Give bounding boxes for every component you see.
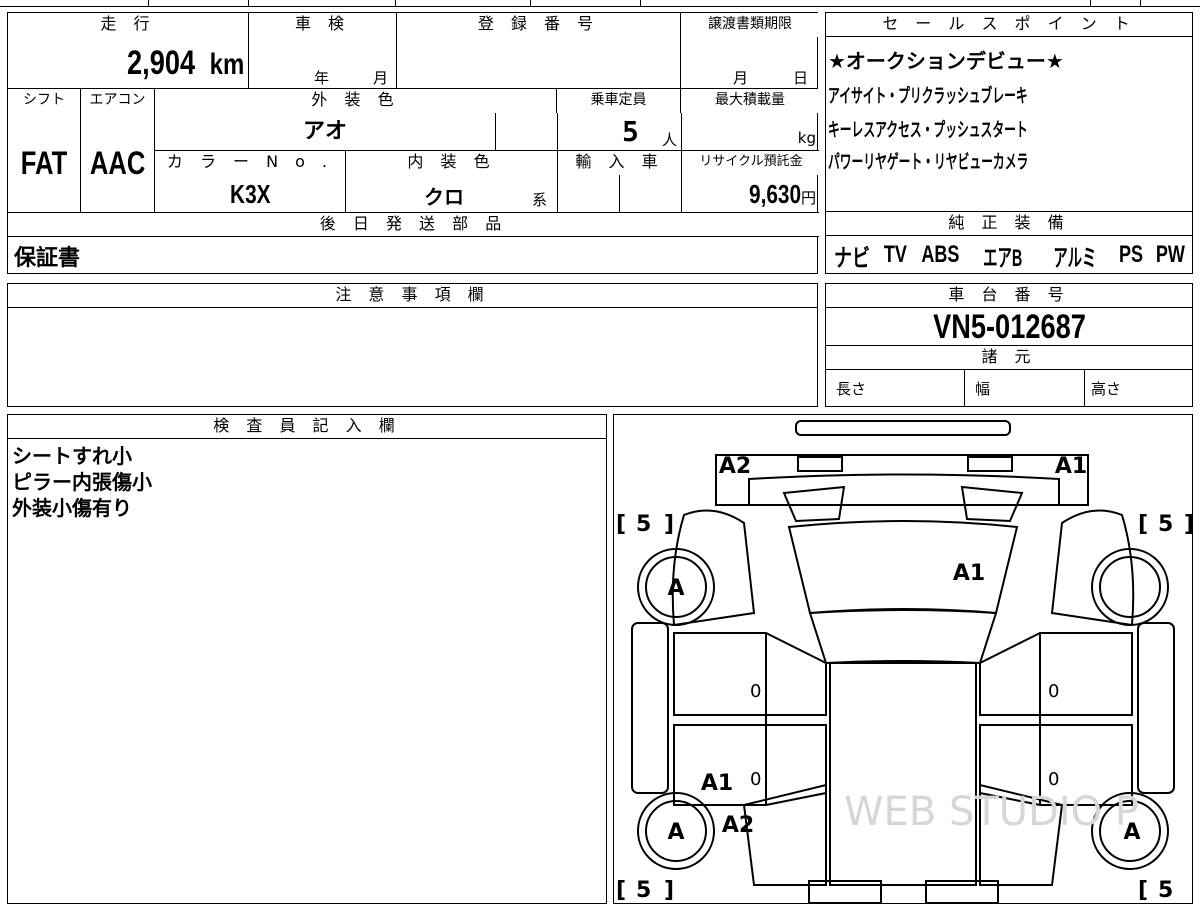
mark-door-fr: 0 [1048,681,1059,702]
equipment-item-alloy: アルミ [1053,244,1097,272]
color-no-value: K3X [229,179,271,209]
mileage-value: 2,904 [127,44,196,82]
aircon-value: AAC [89,145,146,181]
mark-door-rr: 0 [1048,769,1059,790]
equipment-header: 純 正 装 備 [826,212,1192,236]
shift-value: FAT [20,145,68,181]
recycle-header: リサイクル預託金 [681,151,820,175]
exterior-header: 外 装 色 [154,89,556,113]
mark-door-rl: 0 [750,769,761,790]
chassis-number: VN5-012687 [932,308,1086,346]
max-load-header: 最大積載量 [680,89,819,113]
watermark: WEB STUDIO P [844,789,1139,835]
interior-suffix: 系 [532,191,548,209]
spec-length: 長さ [836,380,867,398]
mark-front-right: A1 [1055,454,1087,479]
sales-points-box: セ ー ル ス ポ イ ン ト ★オークションデビュー★ アイサイト・プリクラッ… [825,12,1193,212]
svg-text:[: [ [616,878,626,903]
sales-point-line: キーレスアクセス・プッシュスタート [828,120,1028,141]
chassis-box: 車 台 番 号 VN5-012687 諸 元 長さ 幅 高さ [825,283,1193,407]
capacity-value: 5 [622,115,639,148]
inspector-box: 検 査 員 記 入 欄 シートすれ小 ピラー内張傷小 外装小傷有り [7,414,607,904]
mark-hood: A1 [953,561,985,586]
interior-value: クロ [424,185,464,209]
exterior-value: アオ [302,119,347,144]
svg-text:]: ] [664,878,674,903]
capacity-unit: 人 [662,131,678,149]
import-header: 輸 入 車 [557,151,681,175]
mileage-header: 走 行 [8,13,248,37]
equipment-item-pw: PW [1156,241,1186,268]
inspection-year: 年 [314,69,330,87]
deadline-month: 月 [733,69,749,87]
notes-box: 注 意 事 項 欄 [7,283,818,407]
mileage-unit: km [209,48,244,81]
capacity-header: 乗車定員 [556,89,680,113]
sales-points-header: セ ー ル ス ポ イ ン ト [826,13,1192,37]
equipment-item-airbag: エアB [982,244,1022,272]
registration-header: 登 録 番 号 [396,13,680,37]
recycle-unit: 円 [800,189,816,207]
equipment-item-tv: TV [883,241,907,268]
chassis-header: 車 台 番 号 [826,284,1192,308]
tread-rr: 5 [1158,878,1173,903]
inspector-line: ピラー内張傷小 [12,470,152,494]
svg-text:]: ] [664,512,674,537]
interior-header: 内 装 色 [345,151,557,175]
spec-width: 幅 [964,370,1084,406]
inspection-month: 月 [373,69,389,87]
color-no-header: カ ラ ー N o . [155,151,345,175]
svg-text:[: [ [1138,878,1148,903]
mark-tire-fl: A [667,576,684,601]
top-strip [0,0,1200,7]
sales-point-line: ★オークションデビュー★ [828,49,1064,73]
inspector-line: 外装小傷有り [12,496,132,520]
equipment-item-abs: ABS [921,241,960,268]
mark-tire-rl: A [667,820,684,845]
shift-header: シフト [8,89,80,113]
mark-rear-left-1: A1 [701,771,733,796]
sales-point-line: アイサイト・プリクラッシュブレーキ [828,86,1028,107]
later-parts-value: 保証書 [14,246,81,271]
mark-door-fl: 0 [750,681,761,702]
svg-text:[: [ [616,512,626,537]
equipment-item-ps: PS [1119,241,1144,268]
inspection-header: 車 検 [248,13,396,37]
svg-text:[: [ [1138,512,1148,537]
car-diagram-box: A2 A1 A1 A1 A2 A A A [5] [5] [5] [5 0 0 … [613,414,1193,904]
tread-rl: 5 [636,878,651,903]
deadline-day: 日 [793,69,809,87]
later-parts-header: 後 日 発 送 部 品 [8,213,819,237]
notes-header: 注 意 事 項 欄 [8,284,817,308]
mark-rear-left-2: A2 [722,813,754,838]
sales-point-line: パワーリヤゲート・リヤビューカメラ [828,152,1029,173]
recycle-value: 9,630 [748,179,801,209]
specs-header: 諸 元 [826,346,1192,370]
svg-text:]: ] [1184,512,1192,537]
inspector-line: シートすれ小 [12,444,132,468]
vehicle-info-table: 走 行 車 検 登 録 番 号 譲渡書類期限 2,904 km 年 月 月 日 … [7,12,820,274]
inspector-header: 検 査 員 記 入 欄 [8,415,606,439]
equipment-box: 純 正 装 備 ナビ TV ABS エアB アルミ PS PW [825,211,1193,274]
aircon-header: エアコン [80,89,154,113]
tread-fl: 5 [636,512,651,537]
mark-front-left: A2 [719,454,751,479]
equipment-item-navi: ナビ [834,244,871,272]
deadline-header: 譲渡書類期限 [680,13,819,37]
spec-height: 高さ [1084,370,1192,406]
max-load-unit: kg [797,129,816,147]
registration-value [396,37,680,89]
tread-fr: 5 [1158,512,1173,537]
car-diagram: A2 A1 A1 A1 A2 A A A [5] [5] [5] [5 0 0 … [616,420,1192,903]
